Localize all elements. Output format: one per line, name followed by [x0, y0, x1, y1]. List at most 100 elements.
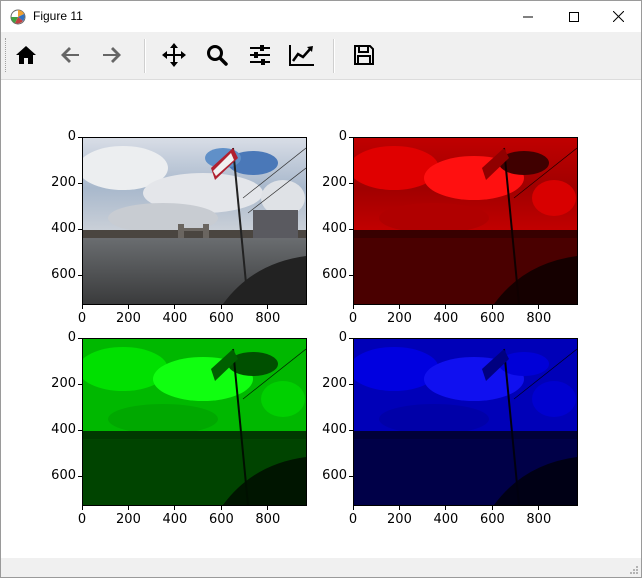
y-tick-label: 200 [51, 175, 76, 191]
x-tick-mark [491, 305, 493, 309]
y-tick-mark [78, 429, 82, 431]
x-tick-mark [352, 305, 354, 309]
zoom-button[interactable] [200, 38, 234, 72]
x-tick-mark [491, 506, 493, 510]
back-button[interactable] [53, 38, 87, 72]
resize-grip-icon[interactable] [629, 565, 639, 575]
y-tick-mark [349, 337, 353, 339]
title-bar[interactable]: Figure 11 [1, 1, 641, 32]
y-tick-mark [349, 228, 353, 230]
y-tick-label: 400 [322, 221, 347, 237]
floppy-disk-icon [354, 45, 374, 65]
x-tick-label: 200 [116, 512, 141, 527]
tower-bridge-photo [83, 138, 306, 304]
x-tick-label: 800 [255, 311, 281, 326]
x-tick-mark [538, 506, 540, 510]
arrow-left-icon [61, 47, 79, 63]
y-tick-label: 0 [67, 330, 76, 345]
x-tick-mark [445, 305, 447, 309]
close-button[interactable] [595, 1, 641, 32]
y-tick-label: 600 [322, 267, 347, 283]
arrow-right-icon [103, 47, 121, 63]
x-tick-label: 0 [348, 512, 358, 527]
x-tick-mark [174, 305, 176, 309]
y-tick-mark [349, 136, 353, 138]
navigation-toolbar [1, 32, 641, 80]
magnifier-icon [207, 45, 228, 66]
y-tick-mark [349, 475, 353, 477]
y-tick-mark [78, 274, 82, 276]
y-tick-mark [78, 136, 82, 138]
figure-canvas[interactable]: 0 200 400 600 0 200 400 600 800 0 200 400 600 0 200 400… [1, 80, 641, 558]
x-tick-label: 800 [526, 311, 552, 326]
home-icon [16, 46, 36, 64]
y-tick-label: 0 [67, 129, 76, 144]
y-tick-mark [78, 182, 82, 184]
minimize-button[interactable] [505, 1, 551, 32]
x-tick-mark [174, 506, 176, 510]
save-button[interactable] [347, 38, 381, 72]
panel-red-channel[interactable] [353, 137, 578, 305]
panel-green-channel[interactable] [82, 338, 307, 506]
pan-button[interactable] [157, 38, 191, 72]
y-tick-label: 0 [338, 330, 347, 345]
panel-blue-channel[interactable] [353, 338, 578, 506]
figure-window: Figure 11 0 200 400 600 0 200 400 600 80… [0, 0, 642, 578]
x-tick-mark [398, 305, 400, 309]
move-icon [162, 43, 186, 67]
y-tick-label: 600 [322, 468, 347, 484]
x-tick-mark [398, 506, 400, 510]
y-tick-mark [349, 182, 353, 184]
x-tick-label: 0 [77, 311, 87, 326]
matplotlib-icon [10, 9, 26, 25]
x-tick-mark [81, 506, 83, 510]
y-tick-mark [349, 274, 353, 276]
y-tick-label: 600 [51, 468, 76, 484]
y-tick-mark [78, 337, 82, 339]
chart-line-icon [289, 45, 314, 66]
status-bar [1, 558, 641, 577]
y-tick-mark [349, 429, 353, 431]
minimize-icon [523, 16, 533, 17]
x-tick-label: 400 [162, 311, 188, 326]
y-tick-mark [78, 475, 82, 477]
x-tick-mark [352, 506, 354, 510]
y-tick-label: 400 [322, 422, 347, 438]
window-title: Figure 11 [33, 9, 83, 23]
close-icon [612, 11, 624, 22]
sliders-icon [250, 45, 270, 65]
y-tick-label: 0 [338, 129, 347, 144]
y-tick-label: 200 [51, 376, 76, 392]
x-tick-label: 800 [255, 512, 281, 527]
x-tick-label: 600 [479, 512, 505, 527]
x-tick-label: 400 [433, 311, 459, 326]
x-tick-mark [445, 506, 447, 510]
x-tick-label: 400 [433, 512, 459, 527]
x-tick-label: 200 [387, 311, 412, 326]
x-tick-mark [538, 305, 540, 309]
y-tick-mark [78, 383, 82, 385]
x-tick-mark [220, 305, 222, 309]
forward-button[interactable] [95, 38, 129, 72]
tower-bridge-blue-photo [354, 339, 577, 505]
y-tick-label: 400 [51, 422, 76, 438]
x-tick-mark [127, 305, 129, 309]
y-tick-label: 600 [51, 267, 76, 283]
y-tick-label: 200 [322, 376, 347, 392]
tower-bridge-green-photo [83, 339, 306, 505]
x-tick-label: 600 [479, 311, 505, 326]
x-tick-label: 0 [348, 311, 358, 326]
x-tick-label: 600 [208, 512, 234, 527]
x-tick-label: 600 [208, 311, 234, 326]
y-tick-mark [78, 228, 82, 230]
configure-subplots-button[interactable] [243, 38, 277, 72]
panel-original[interactable] [82, 137, 307, 305]
edit-axes-button[interactable] [285, 38, 319, 72]
toolbar-separator [333, 39, 335, 73]
x-tick-mark [267, 305, 269, 309]
maximize-button[interactable] [551, 1, 597, 32]
x-tick-mark [267, 506, 269, 510]
x-tick-mark [127, 506, 129, 510]
home-button[interactable] [9, 38, 43, 72]
x-tick-label: 200 [116, 311, 141, 326]
